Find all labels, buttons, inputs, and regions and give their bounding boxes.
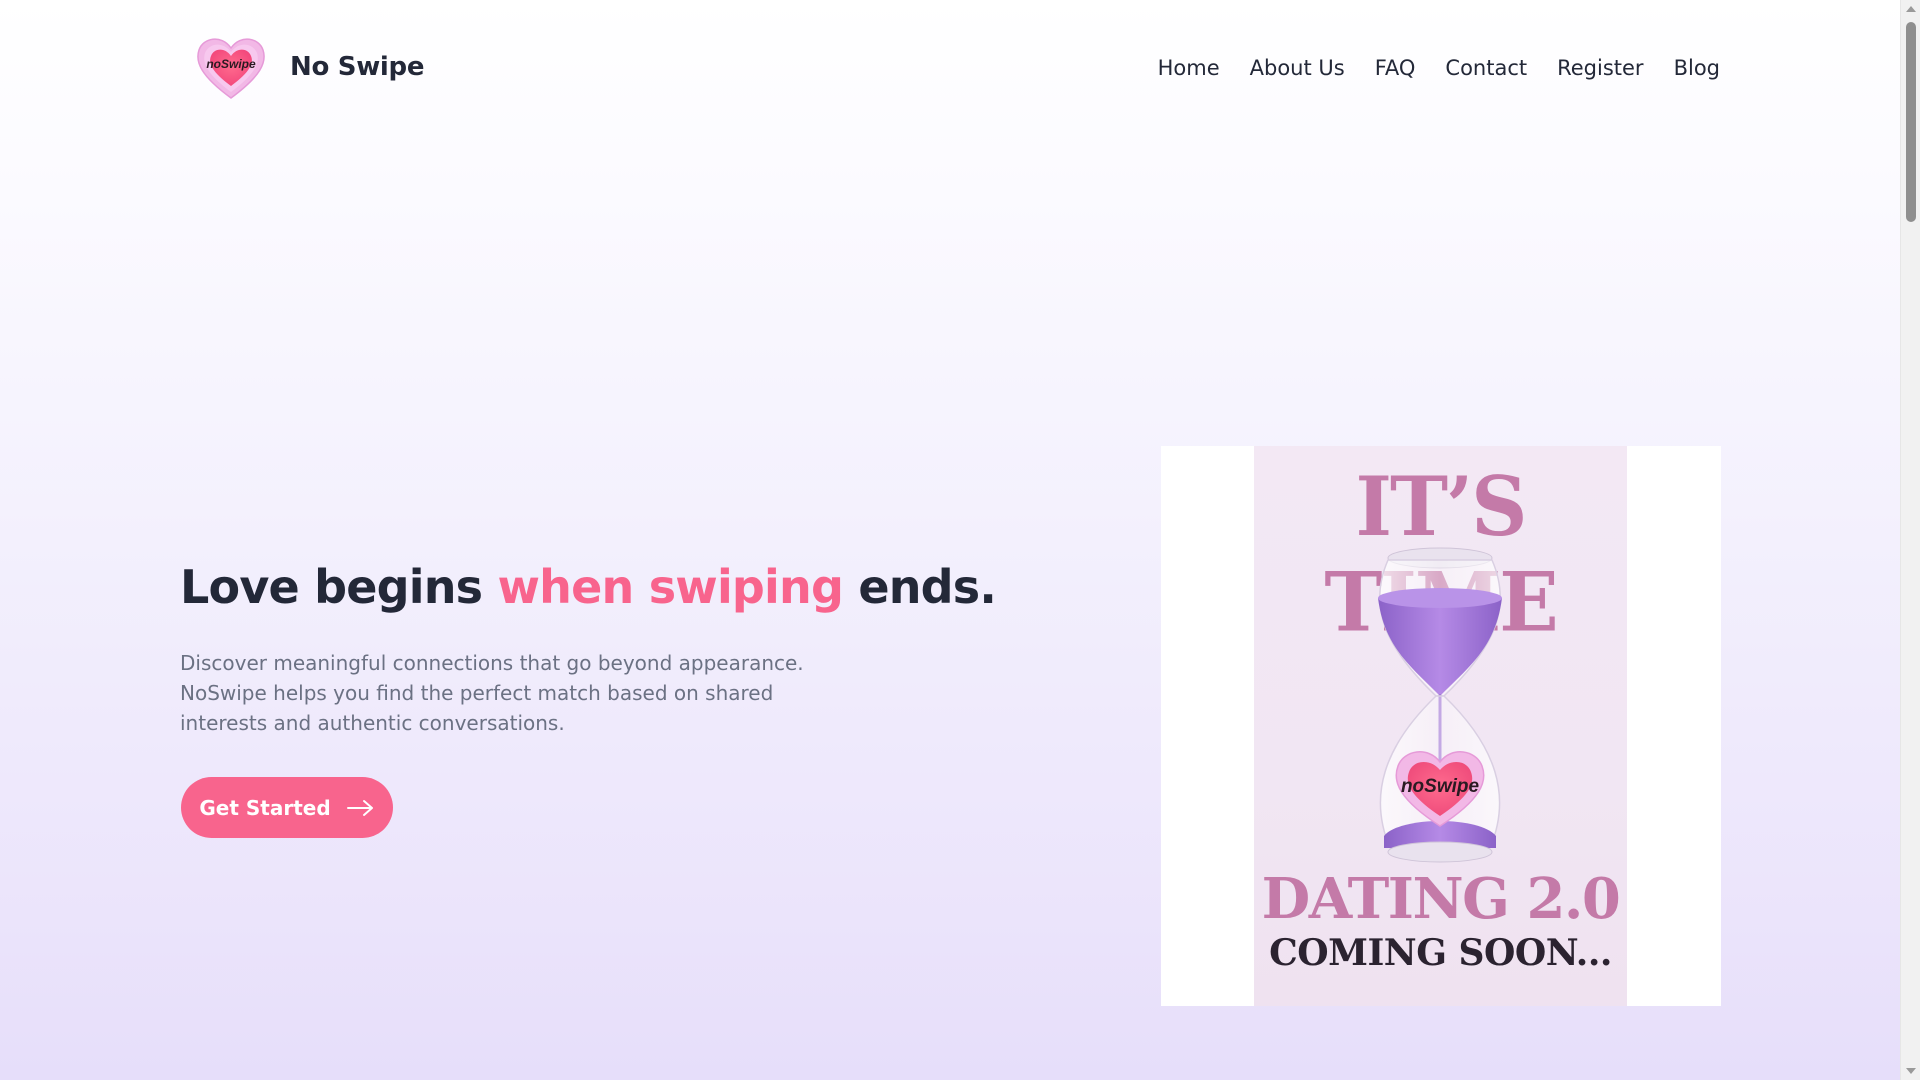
site-header: noSwipe No Swipe Home About Us FAQ Conta… (0, 0, 1900, 140)
vertical-scrollbar[interactable] (1900, 0, 1920, 1080)
nav-item-about-us[interactable]: About Us (1250, 56, 1345, 80)
nav-item-blog[interactable]: Blog (1674, 56, 1720, 80)
hero-title-end: ends. (843, 560, 997, 614)
landing-page: noSwipe No Swipe Home About Us FAQ Conta… (0, 0, 1900, 1080)
nav-item-contact[interactable]: Contact (1445, 56, 1527, 80)
scroll-down-arrow-icon[interactable] (1906, 1068, 1916, 1074)
hero-title-accent: when swiping (497, 560, 844, 614)
hero-title-start: Love begins (180, 560, 498, 614)
hero-title: Love begins when swiping ends. (180, 560, 997, 614)
poster-subheadline: DATING 2.0 (1261, 866, 1621, 932)
poster-logo-text: noSwipe (1401, 776, 1480, 797)
get-started-label: Get Started (199, 795, 331, 820)
hourglass-icon: noSwipe (1378, 547, 1502, 863)
brand-logo[interactable]: noSwipe (195, 34, 267, 100)
nav-item-register[interactable]: Register (1557, 56, 1643, 80)
arrow-right-icon (346, 799, 373, 816)
brand-name[interactable]: No Swipe (290, 52, 424, 82)
poster-tagline: COMING SOON... (1269, 932, 1612, 974)
nav-item-faq[interactable]: FAQ (1375, 56, 1416, 80)
get-started-button[interactable]: Get Started (181, 777, 393, 838)
scrollbar-thumb[interactable] (1906, 22, 1916, 222)
logo-text: noSwipe (206, 57, 256, 71)
nav-item-home[interactable]: Home (1158, 56, 1220, 80)
coming-soon-poster: IT’S TIME (1254, 446, 1627, 1006)
main-nav: Home About Us FAQ Contact Register Blog (1158, 56, 1720, 80)
hero-description: Discover meaningful connections that go … (180, 651, 804, 735)
heart-logo-icon: noSwipe (197, 38, 265, 99)
poster-frame: IT’S TIME (1161, 446, 1721, 1006)
scroll-up-arrow-icon[interactable] (1906, 6, 1916, 12)
